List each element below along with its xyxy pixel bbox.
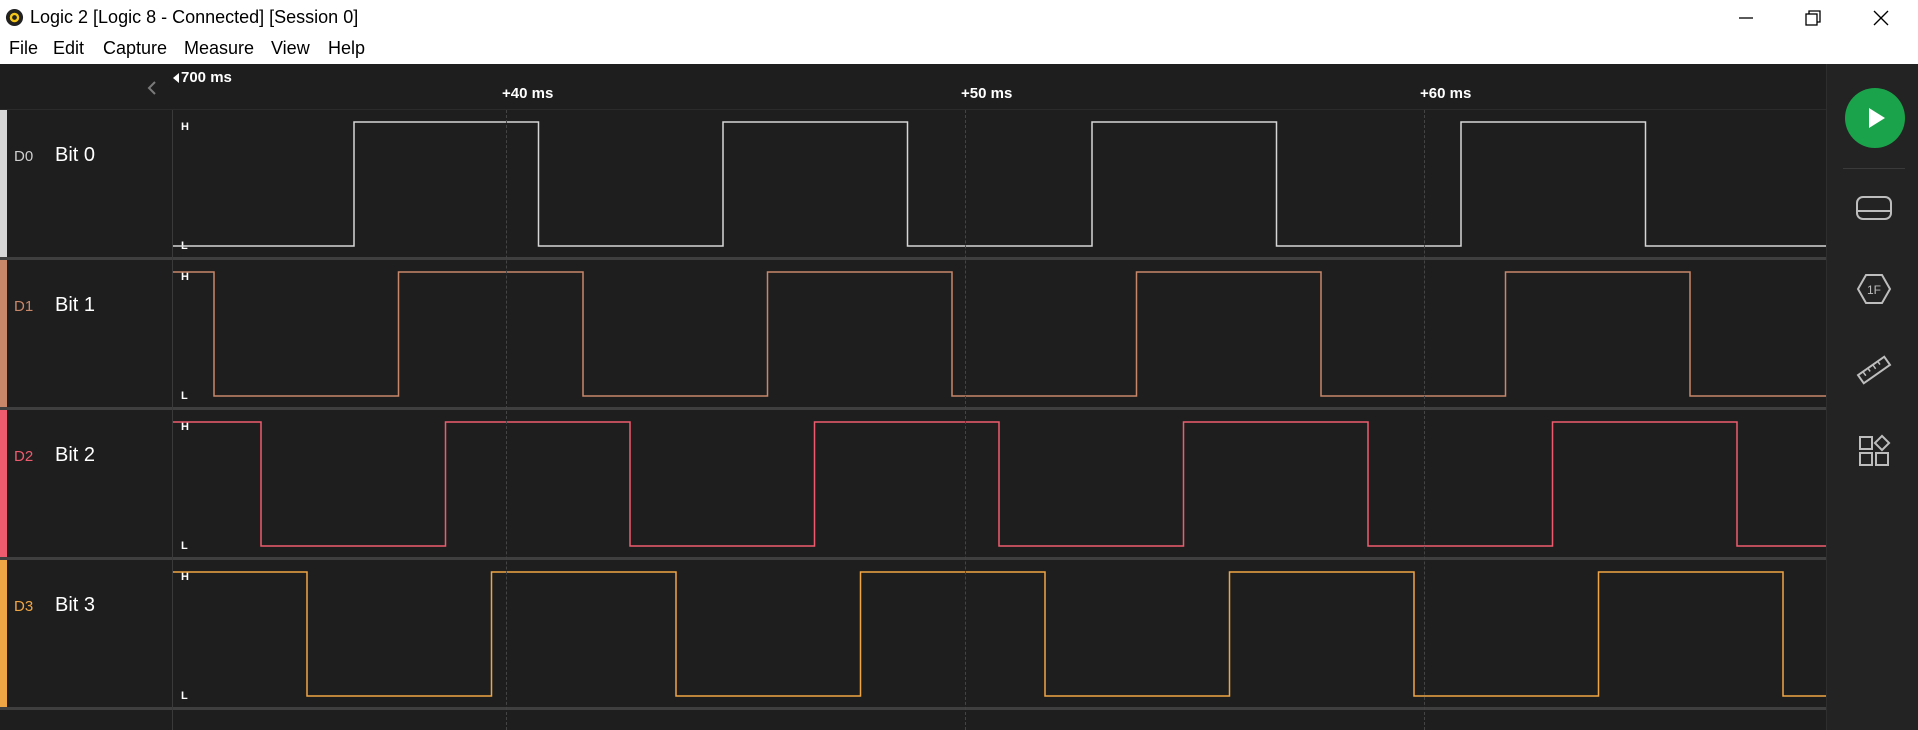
time-gridline [965, 110, 966, 730]
reference-time: 700 ms [181, 69, 232, 86]
layout-icon[interactable] [1854, 431, 1894, 471]
menu-view[interactable]: View [271, 38, 310, 59]
restore-icon [1805, 10, 1821, 26]
main-area: 700 ms +40 ms +50 ms +60 ms D0 Bit 0 H L… [0, 64, 1918, 730]
menu-help[interactable]: Help [328, 38, 365, 59]
time-gridline [1424, 110, 1425, 730]
channel-color-bar[interactable] [0, 260, 7, 410]
play-icon [1869, 108, 1885, 128]
sidebar-divider [1843, 168, 1905, 169]
channel-separator [0, 707, 1826, 710]
menu-file[interactable]: File [9, 38, 38, 59]
analyzers-icon[interactable] [1854, 188, 1894, 228]
time-gridline [506, 110, 507, 730]
reference-marker-icon [173, 73, 179, 83]
waveform-trace [173, 421, 1826, 547]
waveform [173, 271, 1826, 397]
channel-row[interactable]: D2 Bit 2 H L [0, 410, 1826, 560]
waveform-trace [173, 121, 1826, 247]
channel-color-bar[interactable] [0, 410, 7, 560]
collapse-panel-icon[interactable] [142, 76, 162, 100]
menu-capture[interactable]: Capture [103, 38, 167, 59]
time-scale-bar[interactable]: 700 ms +40 ms +50 ms +60 ms [0, 64, 1826, 110]
channel-id: D0 [14, 148, 34, 165]
tick-label: +50 ms [961, 85, 1013, 102]
measurements-icon[interactable] [1854, 350, 1894, 390]
channel-row[interactable]: D0 Bit 0 H L [0, 110, 1826, 260]
channel-name[interactable]: Bit 2 [55, 444, 95, 467]
channel-name[interactable]: Bit 1 [55, 294, 95, 317]
waveform-trace [173, 271, 1826, 397]
channel-color-bar[interactable] [0, 110, 7, 260]
right-sidebar: 1F [1826, 64, 1918, 730]
tick-label: +40 ms [502, 85, 554, 102]
extensions-icon[interactable]: 1F [1854, 269, 1894, 309]
menu-bar: File Edit Capture Measure View Help [0, 35, 1918, 64]
start-capture-button[interactable] [1845, 88, 1905, 148]
channel-row[interactable]: D3 Bit 3 H L [0, 560, 1826, 710]
channel-id: D1 [14, 298, 34, 315]
menu-measure[interactable]: Measure [184, 38, 254, 59]
close-icon [1873, 10, 1889, 26]
minimize-button[interactable] [1713, 0, 1779, 35]
channel-row[interactable]: D1 Bit 1 H L [0, 260, 1826, 410]
channel-name[interactable]: Bit 3 [55, 594, 95, 617]
logic-app-icon [5, 8, 24, 27]
waveform-trace [173, 571, 1826, 697]
label-panel-divider[interactable] [172, 110, 173, 730]
waveform [173, 421, 1826, 547]
channel-color-bar[interactable] [0, 560, 7, 710]
menu-edit[interactable]: Edit [53, 38, 84, 59]
channel-name[interactable]: Bit 0 [55, 144, 95, 167]
minimize-icon [1739, 17, 1753, 19]
window-title: Logic 2 [Logic 8 - Connected] [Session 0… [30, 7, 359, 27]
svg-text:1F: 1F [1867, 283, 1881, 297]
channel-id: D2 [14, 448, 34, 465]
close-button[interactable] [1848, 0, 1914, 35]
waveform [173, 121, 1826, 247]
channel-id: D3 [14, 598, 34, 615]
title-bar: Logic 2 [Logic 8 - Connected] [Session 0… [0, 0, 1918, 35]
restore-button[interactable] [1780, 0, 1846, 35]
waveform [173, 571, 1826, 697]
tick-label: +60 ms [1420, 85, 1472, 102]
